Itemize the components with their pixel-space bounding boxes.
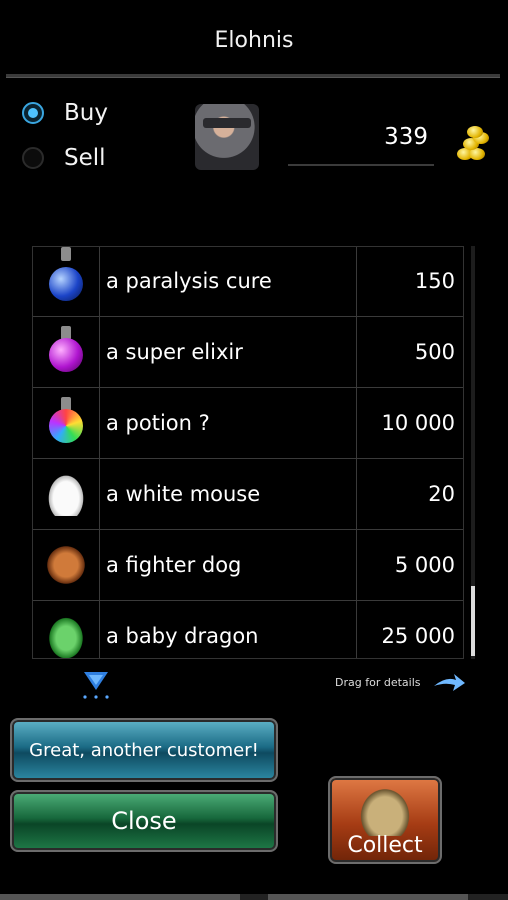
gold-value: 339 bbox=[384, 124, 428, 150]
page-title: Elohnis bbox=[214, 28, 294, 53]
item-icon-cell bbox=[33, 529, 100, 600]
item-icon-cell bbox=[33, 247, 100, 316]
buy-label: Buy bbox=[64, 100, 108, 126]
helmet-visor bbox=[203, 118, 251, 128]
strip-segment bbox=[268, 894, 468, 900]
gold-coins-icon bbox=[455, 126, 491, 164]
potion-neck bbox=[61, 247, 71, 261]
table-row[interactable]: a fighter dog 5 000 bbox=[33, 529, 463, 601]
merchant-item-table[interactable]: a paralysis cure 150 a super elixir 500 … bbox=[32, 246, 464, 659]
item-price: 20 bbox=[428, 481, 455, 506]
buy-radio[interactable] bbox=[22, 102, 44, 124]
item-name: a potion ? bbox=[100, 387, 357, 458]
close-button[interactable]: Close bbox=[10, 790, 278, 852]
rainbow-potion-icon bbox=[49, 409, 83, 443]
collect-button[interactable]: Collect bbox=[328, 776, 442, 864]
item-price: 25 000 bbox=[381, 623, 455, 648]
item-price: 5 000 bbox=[394, 552, 455, 577]
money-bag-icon bbox=[358, 786, 412, 836]
item-list-scrollbar[interactable] bbox=[471, 246, 475, 659]
strip-segment bbox=[0, 894, 240, 900]
bottom-status-strip bbox=[0, 894, 508, 900]
scroll-down-arrow-icon[interactable] bbox=[82, 670, 110, 700]
item-name: a super elixir bbox=[100, 316, 357, 387]
purple-potion-icon bbox=[49, 338, 83, 372]
item-icon-cell bbox=[33, 600, 100, 658]
item-name: a baby dragon bbox=[100, 600, 357, 658]
greet-customer-button[interactable]: Great, another customer! bbox=[10, 718, 278, 782]
item-icon-cell bbox=[33, 458, 100, 529]
swipe-right-arrow-icon bbox=[434, 674, 465, 691]
item-price: 500 bbox=[414, 339, 455, 364]
fighter-dog-icon bbox=[46, 543, 86, 587]
item-icon-cell bbox=[33, 387, 100, 458]
collect-label: Collect bbox=[347, 833, 423, 858]
item-icon-cell bbox=[33, 316, 100, 387]
item-price: 150 bbox=[414, 268, 455, 293]
knight-portrait-icon bbox=[195, 104, 259, 170]
buy-option[interactable]: Buy bbox=[22, 100, 108, 126]
item-name: a fighter dog bbox=[100, 529, 357, 600]
blue-potion-icon bbox=[49, 267, 83, 301]
item-name: a paralysis cure bbox=[100, 247, 357, 316]
table-row[interactable]: a paralysis cure 150 bbox=[33, 247, 463, 317]
table-row[interactable]: a potion ? 10 000 bbox=[33, 387, 463, 459]
white-mouse-icon bbox=[46, 472, 86, 516]
sell-option[interactable]: Sell bbox=[22, 145, 106, 171]
table-row[interactable]: a baby dragon 25 000 bbox=[33, 600, 463, 658]
table-row[interactable]: a white mouse 20 bbox=[33, 458, 463, 530]
baby-dragon-icon bbox=[46, 614, 86, 658]
sell-radio[interactable] bbox=[22, 147, 44, 169]
item-price: 10 000 bbox=[381, 410, 455, 435]
gold-field: 339 bbox=[288, 124, 434, 166]
title-divider bbox=[6, 74, 500, 78]
sell-label: Sell bbox=[64, 145, 106, 171]
scrollbar-thumb[interactable] bbox=[471, 586, 475, 656]
table-row[interactable]: a super elixir 500 bbox=[33, 316, 463, 388]
item-name: a white mouse bbox=[100, 458, 357, 529]
drag-for-details-hint: Drag for details bbox=[335, 676, 421, 689]
